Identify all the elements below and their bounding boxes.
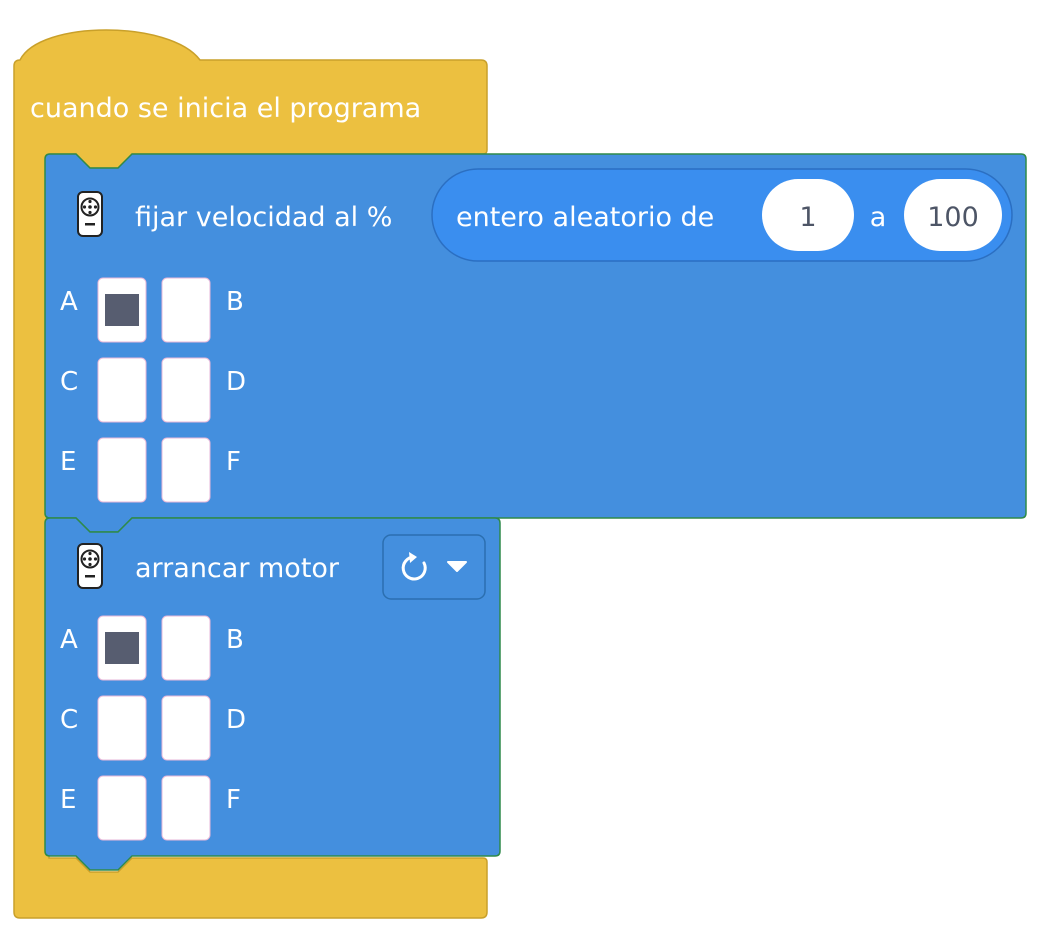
port-label-b: B [226,287,244,317]
start-motor-block[interactable]: arrancar motor A B C D E F [44,517,501,871]
random-integer-reporter[interactable]: entero aleatorio de 1 a 100 [431,168,1013,262]
random-to-input[interactable]: 100 [904,179,1002,251]
port-toggle-f[interactable] [161,775,211,841]
port-toggle-d[interactable] [161,695,211,761]
port-label-e: E [60,785,76,815]
port-label-a: A [60,287,78,317]
port-selected-indicator [105,294,139,326]
port-label-c: C [60,367,78,397]
event-block-label: cuando se inicia el programa [30,93,421,124]
port-label-f: F [226,785,241,815]
direction-dropdown[interactable] [382,534,486,600]
set-speed-label: fijar velocidad al % [135,202,392,233]
port-toggle-d[interactable] [161,357,211,423]
port-label-a: A [60,625,78,655]
port-label-e: E [60,447,76,477]
port-label-c: C [60,705,78,735]
motor-icon [77,543,103,589]
random-integer-label: entero aleatorio de [456,202,714,233]
port-toggle-e[interactable] [97,437,147,503]
port-label-b: B [226,625,244,655]
random-to-value: 100 [927,202,979,233]
random-separator-label: a [870,202,887,233]
port-selected-indicator [105,632,139,664]
port-label-f: F [226,447,241,477]
port-toggle-c[interactable] [97,695,147,761]
port-toggle-f[interactable] [161,437,211,503]
port-label-d: D [226,705,246,735]
port-toggle-b[interactable] [161,615,211,681]
port-toggle-c[interactable] [97,357,147,423]
port-label-d: D [226,367,246,397]
random-from-input[interactable]: 1 [762,179,854,251]
port-toggle-e[interactable] [97,775,147,841]
start-motor-label: arrancar motor [135,553,340,584]
port-toggle-b[interactable] [161,277,211,343]
motor-icon [77,191,103,237]
set-speed-block[interactable]: fijar velocidad al % entero aleatorio de… [44,153,1027,533]
random-from-value: 1 [799,202,816,233]
